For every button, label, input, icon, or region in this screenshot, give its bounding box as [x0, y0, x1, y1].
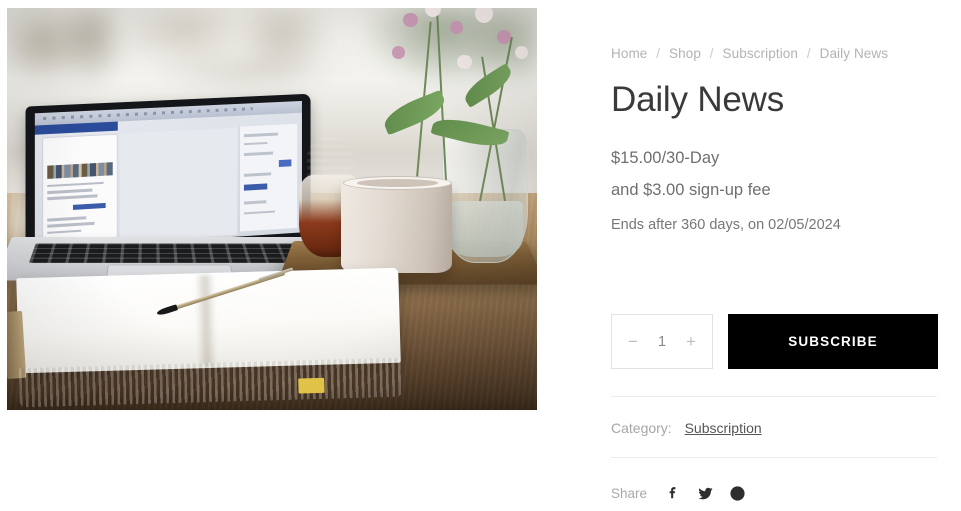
- breadcrumb-separator: /: [709, 46, 714, 61]
- bottle-cap: [307, 136, 354, 181]
- breadcrumb-item-subscription[interactable]: Subscription: [723, 46, 799, 61]
- page-title: Daily News: [611, 80, 785, 119]
- mug-rim: [343, 175, 452, 190]
- divider-above-share: [611, 457, 937, 458]
- category-link[interactable]: Subscription: [685, 420, 762, 436]
- signup-fee: and $3.00 sign-up fee: [611, 180, 771, 199]
- breadcrumb-item-current: Daily News: [819, 46, 889, 61]
- product-photo: [7, 8, 537, 410]
- vase-water: [446, 201, 524, 257]
- facebook-icon[interactable]: [664, 484, 682, 502]
- product-category: Category: Subscription: [611, 420, 762, 436]
- category-label: Category:: [611, 420, 672, 436]
- pinterest-icon[interactable]: [728, 484, 746, 502]
- quantity-input[interactable]: [649, 333, 675, 350]
- screen-thumbnails: [47, 162, 113, 179]
- breadcrumb-item-shop[interactable]: Shop: [669, 46, 701, 61]
- breadcrumb: Home / Shop / Subscription / Daily News: [611, 46, 888, 61]
- notebook-pages: [15, 268, 400, 374]
- subscription-end-note: Ends after 360 days, on 02/05/2024: [611, 217, 841, 233]
- price-block: $15.00/30-Day and $3.00 sign-up fee: [611, 143, 771, 206]
- breadcrumb-item-home[interactable]: Home: [611, 46, 647, 61]
- screen-right-panel: [239, 123, 298, 232]
- laptop-screen: [25, 94, 311, 259]
- purchase-form: − + SUBSCRIBE: [611, 314, 938, 369]
- product-summary: Home / Shop / Subscription / Daily News …: [611, 0, 938, 511]
- twitter-icon[interactable]: [696, 484, 714, 502]
- laptop-keyboard: [29, 243, 329, 263]
- product-price: $15.00/30-Day: [611, 149, 720, 167]
- open-notebook: [7, 267, 401, 408]
- subscribe-button[interactable]: SUBSCRIBE: [728, 314, 938, 369]
- product-page: Home / Shop / Subscription / Daily News …: [0, 0, 961, 511]
- notebook-gutter: [195, 275, 217, 367]
- share-label: Share: [611, 485, 648, 501]
- divider-above-category: [611, 396, 937, 397]
- quantity-increase-button[interactable]: +: [684, 333, 698, 350]
- quantity-decrease-button[interactable]: −: [626, 333, 640, 350]
- flower-stems: [378, 8, 537, 202]
- quantity-stepper[interactable]: − +: [611, 314, 713, 369]
- product-image-gallery[interactable]: [7, 8, 537, 410]
- mug-interior: [356, 178, 439, 187]
- laptop-display: [35, 101, 303, 251]
- share-row: Share: [611, 484, 746, 502]
- breadcrumb-separator: /: [806, 46, 811, 61]
- breadcrumb-separator: /: [656, 46, 661, 61]
- screen-left-panel: [42, 134, 119, 247]
- notebook-bookmark-tab: [297, 378, 325, 395]
- ceramic-mug: [340, 175, 453, 274]
- screen-canvas: [120, 128, 238, 243]
- screen-toolbar: [35, 101, 303, 126]
